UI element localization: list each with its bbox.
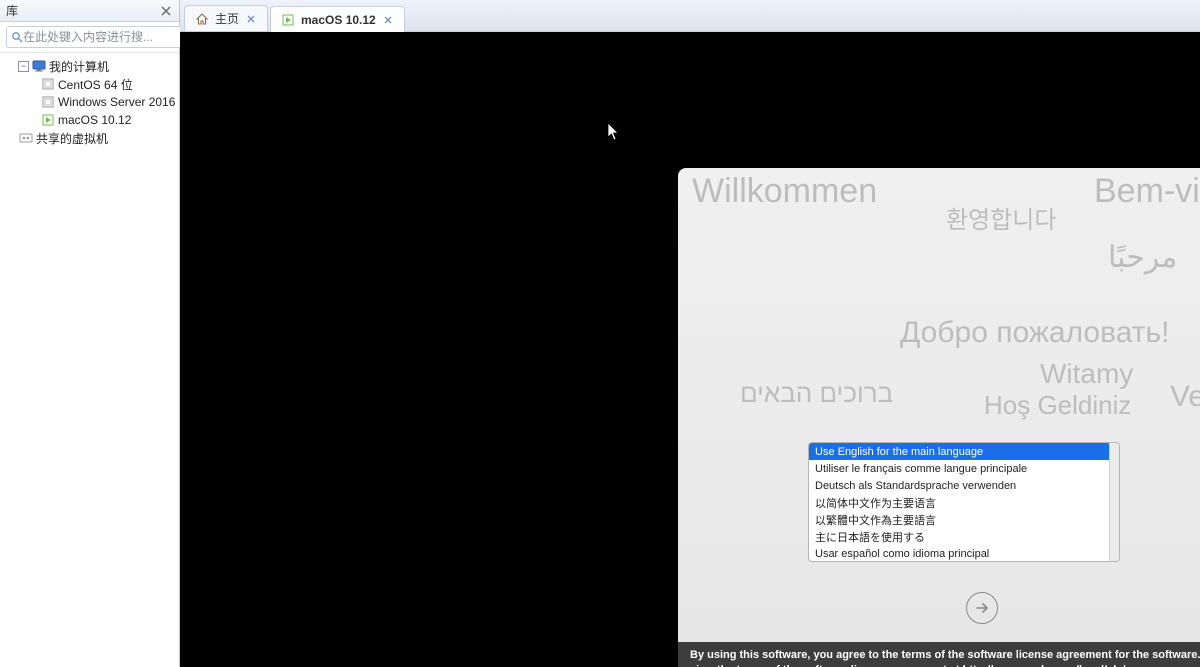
welcome-word: Bem-vindo [1094,172,1200,211]
sidebar-search-row [0,22,179,53]
tab-home[interactable]: 主页 [184,5,268,31]
welcome-word: مرحبًا [1108,240,1177,275]
tree-label: Windows Server 2016 [58,95,175,109]
tab-close-button[interactable] [382,14,394,26]
home-icon [195,12,209,26]
tree-vm-macos[interactable]: macOS 10.12 [2,111,177,129]
continue-button[interactable] [966,592,998,624]
tree-label: 共享的虚拟机 [36,130,108,147]
tree-vm-centos[interactable]: CentOS 64 位 [2,75,177,93]
language-option[interactable]: 以简体中文作为主要语言 [809,494,1109,511]
sidebar-header: 库 [0,0,179,22]
vm-tree: − 我的计算机 CentOS 64 位 Windows Server 2016 … [0,53,179,667]
language-option[interactable]: Usar español como idioma principal [809,545,1109,561]
vm-running-icon [40,113,56,127]
collapse-icon[interactable]: − [18,61,29,72]
welcome-word: ברוכים הבאים [740,378,893,409]
welcome-word-cloud: Willkommen 환영합니다 Bem-vindo مرحبًا Добро пожа… [678,168,1200,438]
shared-icon [18,131,34,145]
vm-icon [40,95,56,109]
language-option[interactable]: Utiliser le français comme langue princi… [809,460,1109,477]
tab-label: macOS 10.12 [301,13,376,27]
tab-label: 主页 [215,10,239,27]
monitor-icon [31,59,47,73]
tree-vm-windows-server[interactable]: Windows Server 2016 [2,93,177,111]
language-list: Use English for the main languageUtilise… [808,442,1120,562]
welcome-word: Velkom [1170,380,1200,414]
vm-viewport[interactable]: Willkommen 환영합니다 Bem-vindo مرحبًا Добро пожа… [180,32,1200,667]
tree-label: 我的计算机 [49,58,109,75]
language-option[interactable]: Deutsch als Standardsprache verwenden [809,477,1109,494]
language-option[interactable]: Use English for the main language [809,443,1109,460]
language-option[interactable]: 主に日本語を使用する [809,528,1109,545]
welcome-word: 환영합니다 [946,200,1056,235]
welcome-word: Hoş Geldiniz [984,390,1131,421]
welcome-word: Willkommen [692,172,877,211]
search-icon [11,31,23,43]
search-input[interactable] [23,30,178,44]
sidebar-search-box[interactable] [6,26,183,48]
tree-label: CentOS 64 位 [58,76,133,93]
license-text: By using this software, you agree to the… [678,642,1200,667]
sidebar-close-button[interactable] [159,4,173,18]
macos-welcome-panel: Willkommen 환영합니다 Bem-vindo مرحبًا Добро пожа… [678,168,1200,667]
tab-macos[interactable]: macOS 10.12 [270,6,405,32]
welcome-word: Добро пожаловать! [900,316,1169,350]
tree-root-my-computer[interactable]: − 我的计算机 [2,57,177,75]
tree-shared-vms[interactable]: 共享的虚拟机 [2,129,177,147]
language-option[interactable]: 以繁體中文作為主要語言 [809,511,1109,528]
vm-running-icon [281,13,295,27]
tab-bar: 主页 macOS 10.12 [180,0,1200,32]
tree-label: macOS 10.12 [58,113,131,127]
welcome-word: Witamy [1040,358,1133,390]
arrow-right-icon [974,600,990,616]
cursor-icon [607,122,621,142]
library-sidebar: 库 − 我的计算机 CentOS 64 位 Windows Server 201… [0,0,180,667]
vm-icon [40,77,56,91]
sidebar-title: 库 [6,2,159,19]
tab-close-button[interactable] [245,13,257,25]
main-area: 主页 macOS 10.12 Willkommen 환영합니다 Bem-vindo م… [180,0,1200,667]
scrollbar[interactable] [1109,443,1119,561]
